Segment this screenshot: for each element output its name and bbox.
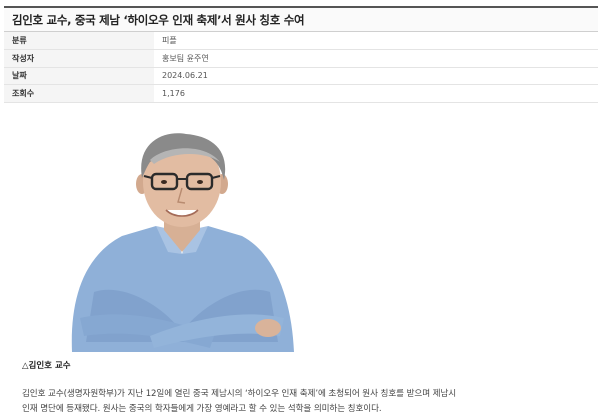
meta-row-views: 조회수 1,176 <box>4 84 598 103</box>
portrait-photo <box>64 132 300 352</box>
meta-value-author: 홍보팀 윤주연 <box>154 49 598 68</box>
meta-value-date: 2024.06.21 <box>154 67 598 85</box>
body-paragraph-line: 인재 명단에 등재됐다. 원사는 중국의 학자들에게 가장 영예라고 할 수 있… <box>22 404 382 414</box>
article-body: 김인호 교수(생명자원학부)가 지난 12일에 열린 중국 제남시의 ‘하이오우… <box>22 387 598 417</box>
meta-key: 날짜 <box>4 67 154 85</box>
photo-caption: △김인호 교수 <box>22 361 71 371</box>
meta-key: 조회수 <box>4 84 154 103</box>
meta-row-author: 작성자 홍보팀 윤주연 <box>4 49 598 68</box>
article-title: 김인호 교수, 중국 제남 ‘하이오우 인재 축제’서 원사 칭호 수여 <box>12 12 305 27</box>
meta-value-category: 피플 <box>154 32 598 50</box>
meta-value-views: 1,176 <box>154 84 598 103</box>
article-meta-table: 분류 피플 작성자 홍보팀 윤주연 날짜 2024.06.21 조회수 1,17… <box>4 32 598 103</box>
meta-row-date: 날짜 2024.06.21 <box>4 67 598 85</box>
meta-key: 작성자 <box>4 49 154 68</box>
article-title-bar: 김인호 교수, 중국 제남 ‘하이오우 인재 축제’서 원사 칭호 수여 <box>4 6 598 32</box>
meta-key: 분류 <box>4 32 154 50</box>
meta-row-category: 분류 피플 <box>4 32 598 50</box>
body-paragraph-line: 김인호 교수(생명자원학부)가 지난 12일에 열린 중국 제남시의 ‘하이오우… <box>22 389 457 399</box>
